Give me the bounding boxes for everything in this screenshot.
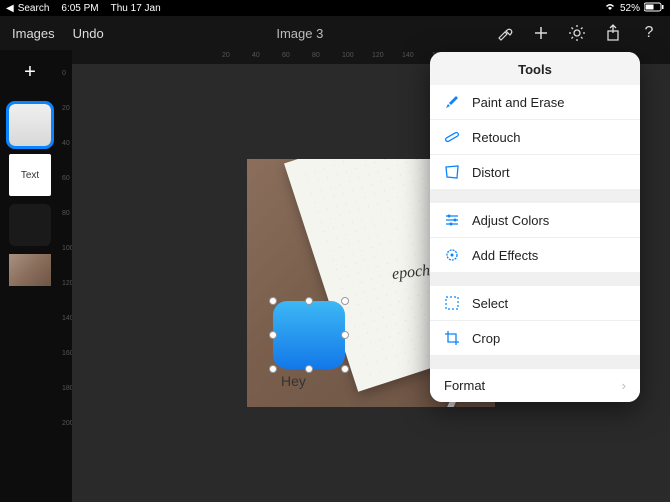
back-app-label[interactable]: Search <box>18 3 50 14</box>
layer-thumb-grid[interactable] <box>9 204 51 246</box>
status-bar: ◀ Search 6:05 PM Thu 17 Jan 52% <box>0 0 670 16</box>
add-layer-button[interactable]: + <box>16 58 44 86</box>
battery-percent: 52% <box>620 3 640 14</box>
layers-sidebar: + Text <box>0 50 60 502</box>
popover-title: Tools <box>430 52 640 85</box>
bandage-icon <box>444 129 460 145</box>
distort-icon <box>444 164 460 180</box>
tool-format[interactable]: Format › <box>430 369 640 402</box>
tool-add-effects[interactable]: Add Effects <box>430 238 640 272</box>
battery-icon <box>644 2 664 15</box>
tool-select[interactable]: Select <box>430 286 640 321</box>
resize-handle[interactable] <box>341 331 349 339</box>
share-icon[interactable] <box>604 24 622 42</box>
resize-handle[interactable] <box>305 365 313 373</box>
resize-handle[interactable] <box>341 297 349 305</box>
resize-handle[interactable] <box>305 297 313 305</box>
resize-handle[interactable] <box>269 331 277 339</box>
top-toolbar: Images Undo Image 3 ? <box>0 16 670 50</box>
sliders-icon <box>444 212 460 228</box>
layer-thumb-text[interactable]: Text <box>9 154 51 196</box>
selected-shape[interactable] <box>273 301 345 369</box>
chevron-right-icon: › <box>622 378 626 393</box>
tools-popover: Tools Paint and Erase Retouch Distort Ad… <box>430 52 640 402</box>
help-icon[interactable]: ? <box>640 24 658 42</box>
resize-handle[interactable] <box>269 365 277 373</box>
status-time: 6:05 PM <box>61 3 98 14</box>
tool-adjust-colors[interactable]: Adjust Colors <box>430 203 640 238</box>
tool-paint-erase[interactable]: Paint and Erase <box>430 85 640 120</box>
document-title: Image 3 <box>276 26 323 41</box>
layer-thumb-background[interactable] <box>9 254 51 286</box>
images-button[interactable]: Images <box>12 26 55 41</box>
gear-icon[interactable] <box>568 24 586 42</box>
add-icon[interactable] <box>532 24 550 42</box>
layer-thumb-shape[interactable] <box>9 104 51 146</box>
marquee-icon <box>444 295 460 311</box>
status-date: Thu 17 Jan <box>111 3 161 14</box>
effects-icon <box>444 247 460 263</box>
text-layer[interactable]: Hey <box>281 373 306 389</box>
tool-distort[interactable]: Distort <box>430 155 640 189</box>
back-caret-icon[interactable]: ◀ <box>6 3 14 14</box>
brush-icon <box>444 94 460 110</box>
tool-crop[interactable]: Crop <box>430 321 640 355</box>
wifi-icon <box>604 2 616 15</box>
tools-icon[interactable] <box>496 24 514 42</box>
resize-handle[interactable] <box>269 297 277 305</box>
tool-retouch[interactable]: Retouch <box>430 120 640 155</box>
undo-button[interactable]: Undo <box>73 26 104 41</box>
crop-icon <box>444 330 460 346</box>
resize-handle[interactable] <box>341 365 349 373</box>
ruler-vertical: 0 20 40 60 80 100 120 140 160 180 200 <box>60 50 72 502</box>
